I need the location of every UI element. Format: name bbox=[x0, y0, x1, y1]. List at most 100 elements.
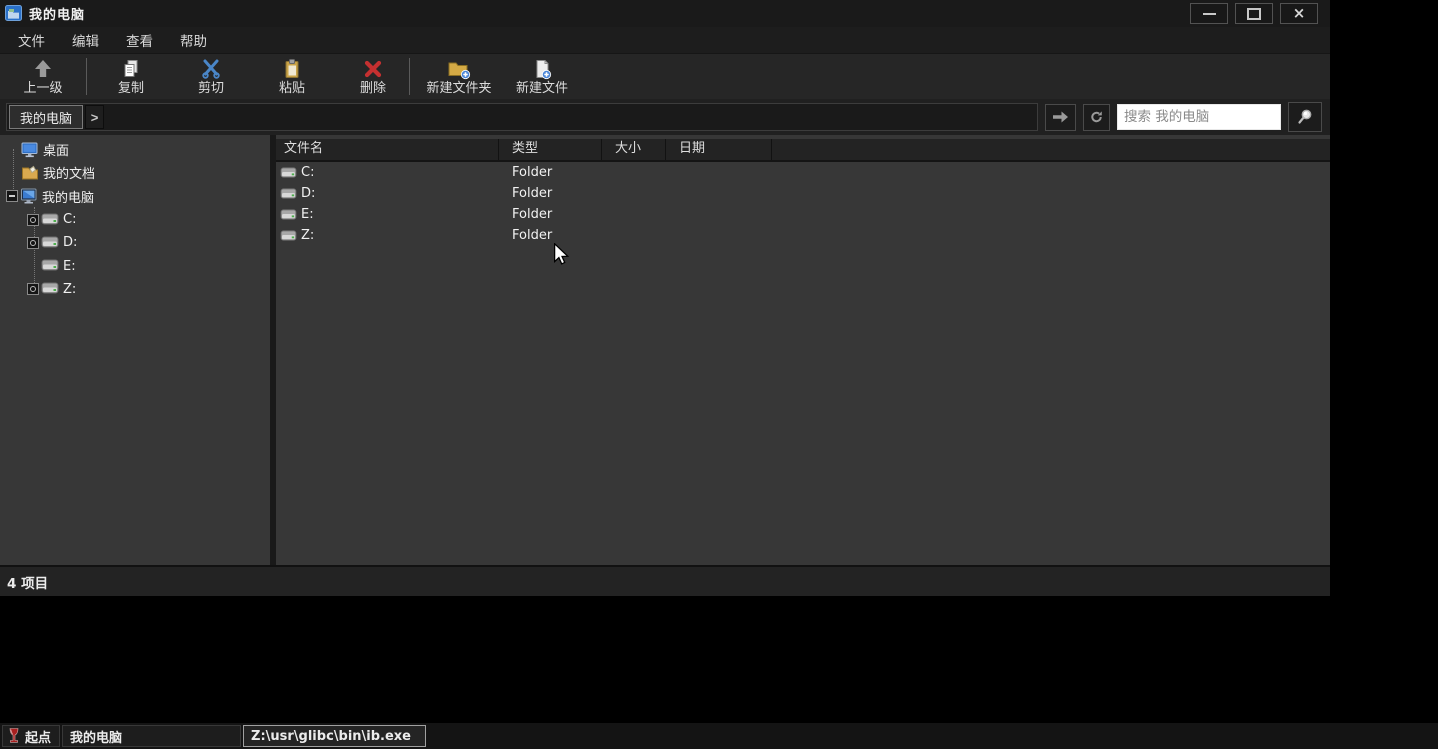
taskbar-button-ib-exe[interactable]: Z:\usr\glibc\bin\ib.exe bbox=[243, 725, 426, 747]
list-row-drive-z[interactable]: Z: Folder bbox=[276, 225, 1330, 246]
delete-x-icon bbox=[362, 58, 384, 80]
menu-file[interactable]: 文件 bbox=[14, 28, 49, 52]
new-file-button[interactable]: 新建文件 bbox=[508, 54, 576, 99]
item-count: 4 项目 bbox=[7, 572, 48, 592]
new-folder-button[interactable]: 新建文件夹 bbox=[410, 54, 508, 99]
taskbar-button-my-computer[interactable]: 我的电脑 bbox=[62, 725, 241, 747]
new-folder-icon bbox=[447, 58, 471, 80]
tree-item-drive-e[interactable]: E: bbox=[0, 254, 270, 277]
drive-icon bbox=[41, 212, 59, 228]
close-icon: × bbox=[1293, 6, 1306, 21]
refresh-icon bbox=[1090, 109, 1103, 125]
copy-icon bbox=[120, 58, 142, 80]
tree-item-my-documents[interactable]: 我的文档 bbox=[0, 161, 270, 184]
drive-icon bbox=[280, 208, 297, 221]
tree-label: C: bbox=[63, 212, 76, 227]
tree-item-drive-d[interactable]: D: bbox=[0, 231, 270, 254]
start-button[interactable]: 起点 bbox=[2, 725, 60, 747]
copy-button[interactable]: 复制 bbox=[87, 54, 175, 99]
search-button[interactable] bbox=[1288, 102, 1322, 132]
file-list-pane: 文件名 类型 大小 日期 bbox=[276, 135, 1330, 565]
content-area: 桌面 我的文档 bbox=[0, 135, 1330, 565]
tree-sidebar: 桌面 我的文档 bbox=[0, 135, 270, 565]
maximize-icon bbox=[1247, 8, 1261, 20]
column-header-date[interactable]: 日期 bbox=[666, 139, 772, 160]
tree-expander-collapsed[interactable] bbox=[27, 237, 39, 249]
computer-icon bbox=[20, 188, 38, 204]
tree-label: 我的电脑 bbox=[42, 187, 94, 206]
tree-expander-collapsed[interactable] bbox=[27, 214, 39, 226]
search-magnifier-icon bbox=[1296, 108, 1314, 126]
toolbar-label: 复制 bbox=[118, 81, 144, 96]
new-file-icon bbox=[531, 58, 553, 80]
cut-scissors-icon bbox=[200, 58, 222, 80]
toolbar-label: 粘贴 bbox=[279, 81, 305, 96]
menu-bar: 文件 编辑 查看 帮助 bbox=[0, 27, 1330, 53]
tree-item-drive-z[interactable]: Z: bbox=[0, 278, 270, 301]
menu-help[interactable]: 帮助 bbox=[176, 28, 211, 52]
window-title: 我的电脑 bbox=[29, 4, 85, 23]
drive-icon bbox=[280, 166, 297, 179]
list-row-drive-e[interactable]: E: Folder bbox=[276, 204, 1330, 225]
file-type: Folder bbox=[499, 228, 602, 243]
column-header-type[interactable]: 类型 bbox=[499, 139, 602, 160]
close-button[interactable]: × bbox=[1280, 3, 1318, 24]
tree-label: E: bbox=[63, 259, 76, 274]
window-controls: × bbox=[1190, 3, 1318, 24]
list-row-drive-c[interactable]: C: Folder bbox=[276, 162, 1330, 183]
documents-folder-icon bbox=[21, 165, 39, 181]
column-header-size[interactable]: 大小 bbox=[602, 139, 666, 160]
drive-icon bbox=[280, 187, 297, 200]
file-type: Folder bbox=[499, 186, 602, 201]
address-row: 我的电脑 > bbox=[0, 99, 1330, 135]
desktop-monitor-icon bbox=[21, 142, 39, 158]
column-header-filename[interactable]: 文件名 bbox=[276, 139, 499, 160]
wine-glass-icon bbox=[8, 728, 20, 745]
breadcrumb-my-computer[interactable]: 我的电脑 bbox=[9, 105, 83, 129]
status-bar: 4 项目 bbox=[0, 565, 1330, 596]
file-name: D: bbox=[301, 186, 315, 201]
toolbar-label: 删除 bbox=[360, 81, 386, 96]
menu-view[interactable]: 查看 bbox=[122, 28, 157, 52]
tree-label: 我的文档 bbox=[43, 163, 95, 182]
toolbar-label: 新建文件 bbox=[516, 81, 568, 96]
drive-icon bbox=[41, 235, 59, 251]
toolbar: 上一级 复制 bbox=[0, 53, 1330, 99]
file-name: Z: bbox=[301, 228, 314, 243]
list-row-drive-d[interactable]: D: Folder bbox=[276, 183, 1330, 204]
maximize-button[interactable] bbox=[1235, 3, 1273, 24]
file-type: Folder bbox=[499, 207, 602, 222]
desktop: 我的电脑 × 文件 编辑 查看 帮助 bbox=[0, 0, 1438, 749]
up-level-button[interactable]: 上一级 bbox=[0, 54, 86, 99]
column-header-filler bbox=[772, 139, 1330, 160]
taskbar: 起点 我的电脑 Z:\usr\glibc\bin\ib.exe bbox=[0, 723, 1438, 749]
toolbar-label: 上一级 bbox=[23, 81, 62, 96]
paste-clipboard-icon bbox=[281, 58, 303, 80]
up-arrow-icon bbox=[32, 58, 54, 80]
file-name: C: bbox=[301, 165, 314, 180]
refresh-button[interactable] bbox=[1083, 104, 1110, 131]
breadcrumb-chevron-button[interactable]: > bbox=[85, 105, 104, 129]
start-label: 起点 bbox=[25, 727, 51, 746]
tree-expander-collapsed[interactable] bbox=[27, 283, 39, 295]
minimize-button[interactable] bbox=[1190, 3, 1228, 24]
menu-edit[interactable]: 编辑 bbox=[68, 28, 103, 52]
tree-item-desktop[interactable]: 桌面 bbox=[0, 138, 270, 161]
list-header: 文件名 类型 大小 日期 bbox=[276, 139, 1330, 162]
tree-label: D: bbox=[63, 235, 77, 250]
file-type: Folder bbox=[499, 165, 602, 180]
title-bar[interactable]: 我的电脑 × bbox=[0, 0, 1330, 27]
address-bar[interactable]: 我的电脑 > bbox=[6, 103, 1038, 131]
tree-item-drive-c[interactable]: C: bbox=[0, 208, 270, 231]
delete-button[interactable]: 删除 bbox=[337, 54, 409, 99]
cut-button[interactable]: 剪切 bbox=[175, 54, 247, 99]
file-manager-window: 我的电脑 × 文件 编辑 查看 帮助 bbox=[0, 0, 1330, 595]
app-icon bbox=[5, 5, 23, 22]
toolbar-label: 剪切 bbox=[198, 81, 224, 96]
search-input[interactable] bbox=[1117, 104, 1281, 130]
paste-button[interactable]: 粘贴 bbox=[247, 54, 337, 99]
go-button[interactable] bbox=[1045, 104, 1076, 131]
tree-item-my-computer[interactable]: 我的电脑 bbox=[0, 185, 270, 208]
go-arrow-icon bbox=[1052, 110, 1069, 124]
tree-expander-expanded[interactable] bbox=[6, 190, 18, 202]
